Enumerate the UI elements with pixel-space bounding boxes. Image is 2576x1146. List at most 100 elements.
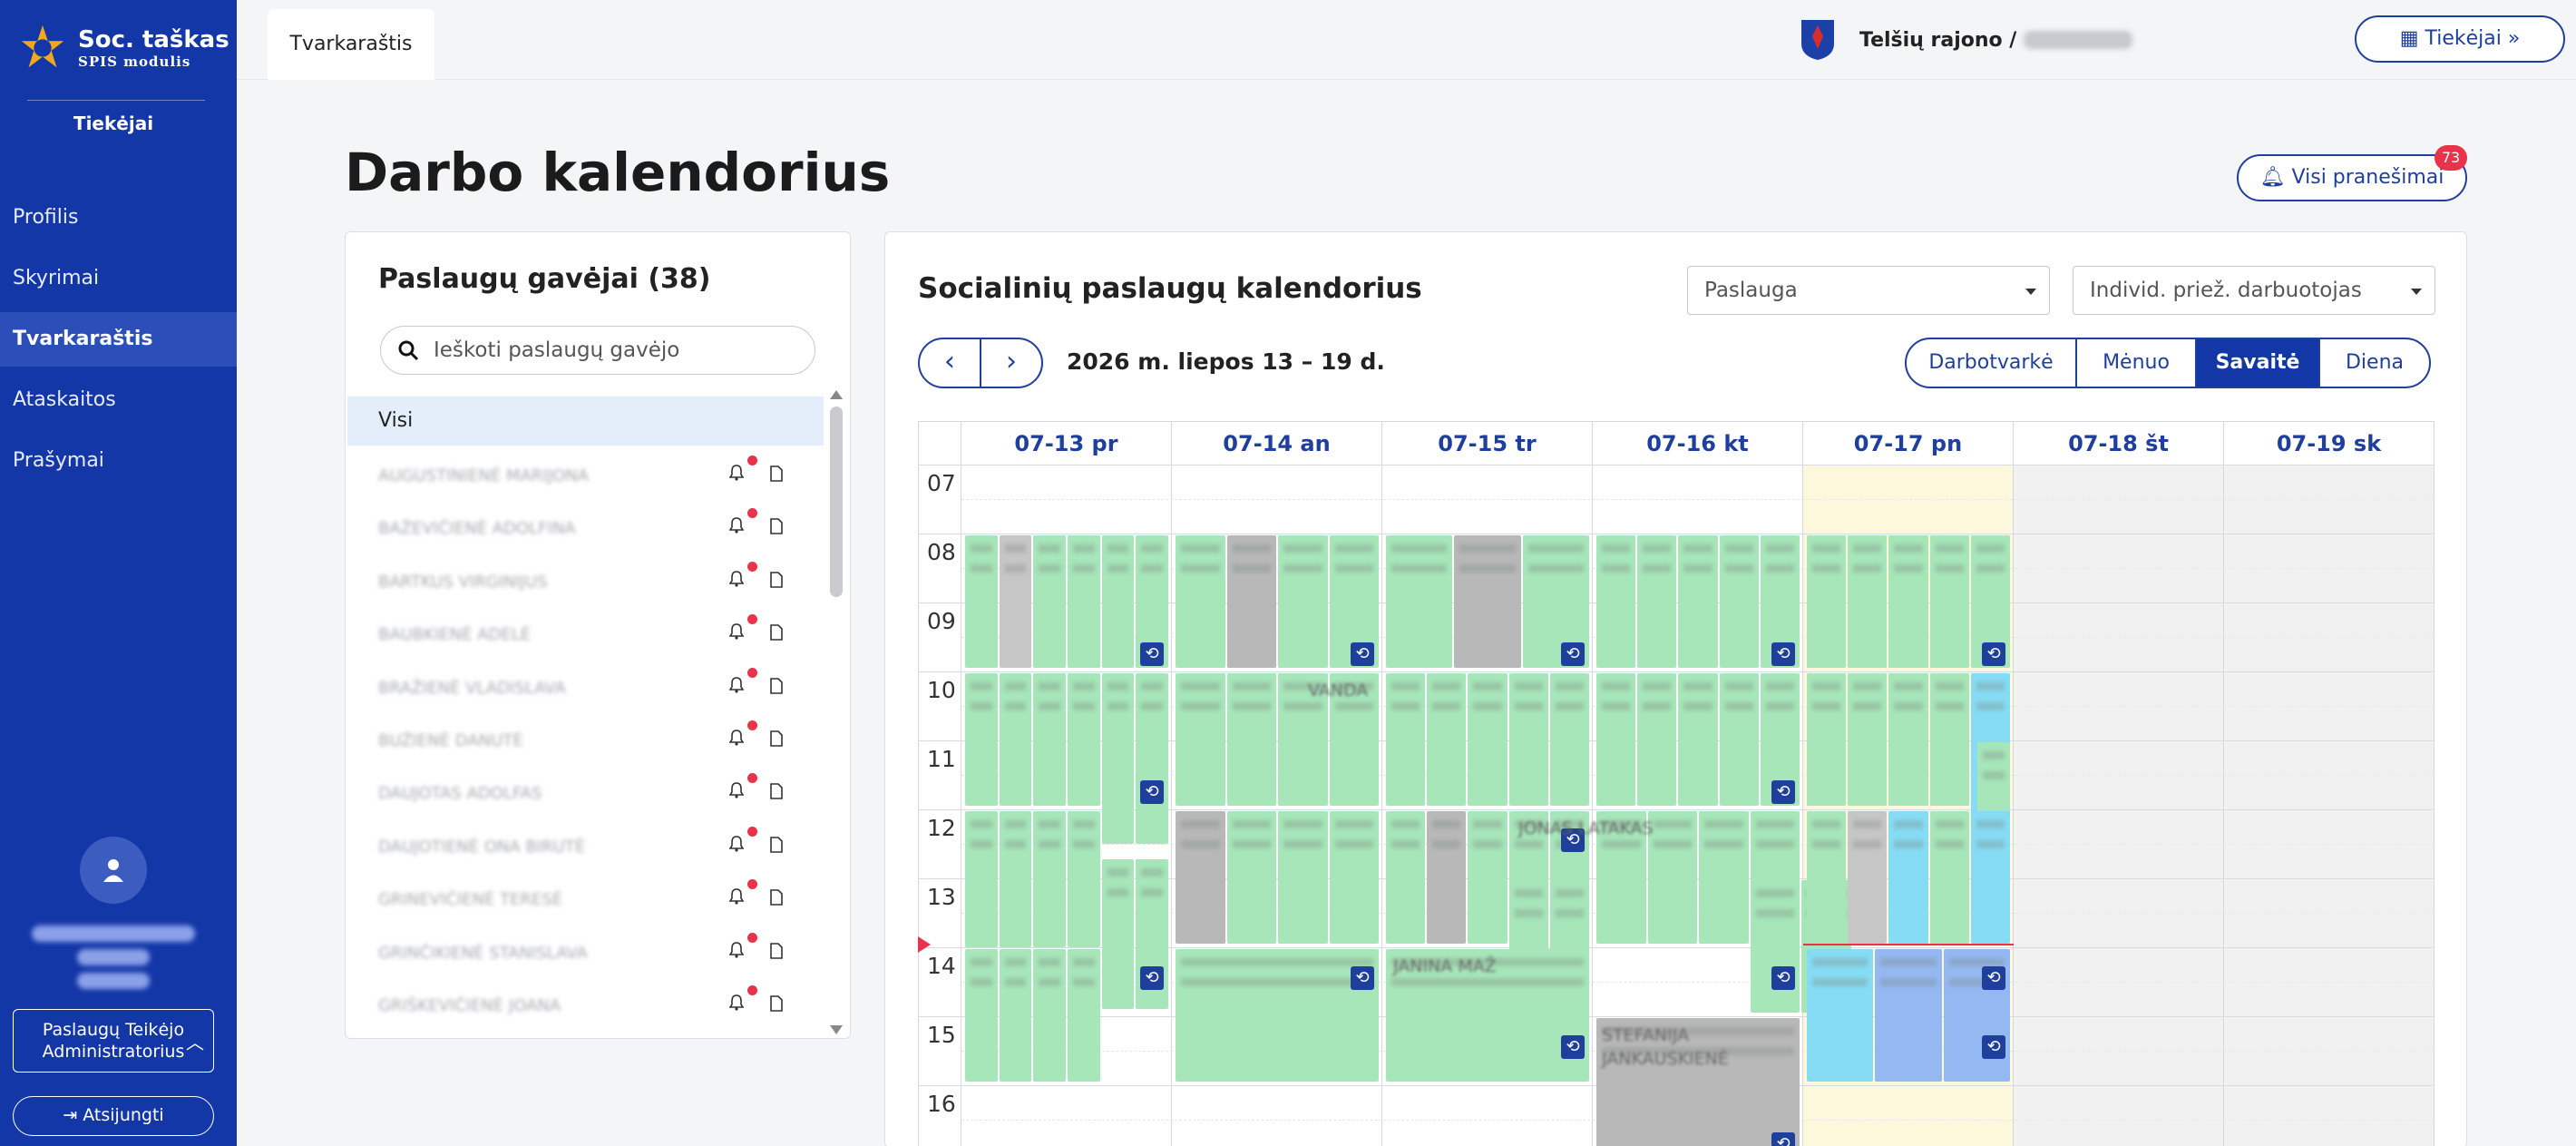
calendar-event[interactable]: [1888, 811, 1928, 945]
calendar-event[interactable]: [1386, 811, 1426, 945]
sidebar-item-ataskaitos[interactable]: Ataskaitos: [0, 373, 237, 427]
tab-tvarkarastis[interactable]: Tvarkaraštis: [268, 9, 434, 80]
calendar-event[interactable]: [1719, 535, 1759, 669]
document-icon[interactable]: [770, 677, 783, 698]
calendar-event[interactable]: [1875, 949, 1942, 1082]
calendar-event[interactable]: [1101, 673, 1135, 844]
calendar-event[interactable]: [1929, 811, 1969, 945]
calendar-event[interactable]: [1807, 949, 1874, 1082]
sync-icon[interactable]: ⟲: [1982, 1035, 2006, 1060]
recipient-row[interactable]: BARTKUS VIRGINIJUS: [346, 556, 826, 609]
document-icon[interactable]: [770, 465, 783, 485]
calendar-event[interactable]: [1807, 811, 1847, 945]
calendar-event[interactable]: [1386, 535, 1453, 669]
recipient-row[interactable]: GRINEVIČIENĖ TERESĖ: [346, 874, 826, 926]
calendar-event[interactable]: [965, 535, 998, 669]
bell-icon[interactable]: [728, 517, 745, 537]
calendar-event[interactable]: [1427, 811, 1467, 945]
day-header[interactable]: 07-16 kt: [1593, 421, 1803, 465]
avatar[interactable]: [80, 837, 147, 904]
calendar-event[interactable]: [965, 673, 998, 807]
recipient-row[interactable]: BAŽEVIČIENĖ ADOLFINA: [346, 503, 826, 555]
day-header[interactable]: 07-17 pn: [1803, 421, 2014, 465]
calendar-event[interactable]: [1549, 673, 1589, 807]
document-icon[interactable]: [770, 942, 783, 963]
calendar-event[interactable]: [1101, 535, 1135, 669]
calendar-event[interactable]: [1033, 673, 1066, 807]
scroll-down-icon[interactable]: [830, 1025, 843, 1034]
sync-icon[interactable]: ⟲: [1140, 966, 1165, 991]
calendar-event[interactable]: [999, 811, 1032, 947]
recipient-row[interactable]: GRIŠKEVIČIENĖ JOANA: [346, 980, 826, 1033]
calendar-event[interactable]: [999, 949, 1032, 1082]
prev-week-button[interactable]: ‹: [918, 338, 981, 388]
day-header[interactable]: 07-19 sk: [2224, 421, 2435, 465]
bell-icon[interactable]: [728, 623, 745, 643]
calendar-event[interactable]: [1136, 673, 1168, 844]
calendar-event[interactable]: [1176, 673, 1225, 807]
calendar-event[interactable]: [1033, 535, 1066, 669]
worker-select[interactable]: Individ. priež. darbuotojas: [2073, 266, 2435, 315]
calendar-event[interactable]: [1848, 811, 1888, 945]
calendar-event[interactable]: [1699, 811, 1749, 945]
calendar-event[interactable]: [1807, 535, 1847, 669]
calendar-event[interactable]: [1807, 673, 1847, 807]
sync-icon[interactable]: ⟲: [1561, 642, 1586, 666]
calendar-event[interactable]: [1468, 673, 1508, 807]
recipient-row[interactable]: BUŽIENĖ DANUTĖ: [346, 715, 826, 768]
calendar-event[interactable]: [1637, 535, 1677, 669]
calendar-event[interactable]: [999, 535, 1032, 669]
recipient-row[interactable]: BRAŽIENĖ VLADISLAVA: [346, 662, 826, 715]
recipient-all-item[interactable]: Visi: [347, 397, 824, 446]
calendar-event[interactable]: [1278, 811, 1328, 945]
recipient-search-input[interactable]: Ieškoti paslaugų gavėjo: [380, 326, 815, 375]
notifications-button[interactable]: 🔔︎ Visi pranešimai 73: [2237, 145, 2467, 201]
bell-icon[interactable]: [728, 835, 745, 856]
day-header[interactable]: 07-14 an: [1172, 421, 1382, 465]
calendar-event[interactable]: [1101, 859, 1135, 1010]
view-savaite-button[interactable]: Savaitė: [2197, 339, 2320, 387]
calendar-event[interactable]: [1929, 673, 1969, 807]
calendar-event[interactable]: [1750, 880, 1800, 1014]
scroll-thumb[interactable]: [830, 406, 843, 597]
calendar-event[interactable]: [1719, 673, 1759, 807]
document-icon[interactable]: [770, 518, 783, 538]
day-column[interactable]: [2224, 465, 2435, 1146]
document-icon[interactable]: [770, 995, 783, 1015]
document-icon[interactable]: [770, 624, 783, 644]
bell-icon[interactable]: [728, 570, 745, 591]
calendar-event[interactable]: [1678, 673, 1718, 807]
service-select[interactable]: Paslauga: [1687, 266, 2050, 315]
sync-icon[interactable]: ⟲: [1771, 642, 1796, 666]
calendar-event[interactable]: [1068, 811, 1100, 947]
bell-icon[interactable]: [728, 730, 745, 749]
logout-button[interactable]: ⇥ Atsijungti: [13, 1096, 214, 1136]
sync-icon[interactable]: ⟲: [1771, 966, 1796, 991]
recipient-row[interactable]: AUGUSTINIENĖ MARIJONA: [346, 450, 826, 503]
calendar-event[interactable]: [1888, 673, 1928, 807]
calendar-event[interactable]: [1329, 811, 1379, 945]
calendar-event[interactable]: [965, 811, 998, 947]
scroll-up-icon[interactable]: [830, 390, 843, 399]
sync-icon[interactable]: ⟲: [1351, 642, 1375, 666]
calendar-event[interactable]: [1033, 811, 1066, 947]
app-logo[interactable]: Soc. taškas SPIS modulis: [16, 20, 229, 76]
view-diena-button[interactable]: Diena: [2320, 339, 2429, 387]
calendar-event[interactable]: [1226, 673, 1276, 807]
sidebar-item-prasymai[interactable]: Prašymai: [0, 434, 237, 488]
bell-icon[interactable]: [728, 994, 745, 1014]
calendar-event[interactable]: [1637, 673, 1677, 807]
calendar-event[interactable]: [1176, 949, 1379, 1082]
bell-icon[interactable]: [728, 782, 745, 802]
calendar-event[interactable]: [1176, 811, 1225, 945]
recipient-row[interactable]: DAUJOTAS ADOLFAS: [346, 768, 826, 820]
recipient-row[interactable]: GRINČIKIENĖ STANISLAVA: [346, 927, 826, 980]
next-week-button[interactable]: ›: [980, 338, 1043, 388]
bell-icon[interactable]: [728, 941, 745, 962]
calendar-event[interactable]: [1678, 535, 1718, 669]
calendar-event[interactable]: [1176, 535, 1225, 669]
sync-icon[interactable]: ⟲: [1140, 642, 1165, 666]
calendar-event[interactable]: [1596, 673, 1636, 807]
day-header[interactable]: 07-13 pr: [961, 421, 1172, 465]
sync-icon[interactable]: ⟲: [1771, 1131, 1796, 1146]
